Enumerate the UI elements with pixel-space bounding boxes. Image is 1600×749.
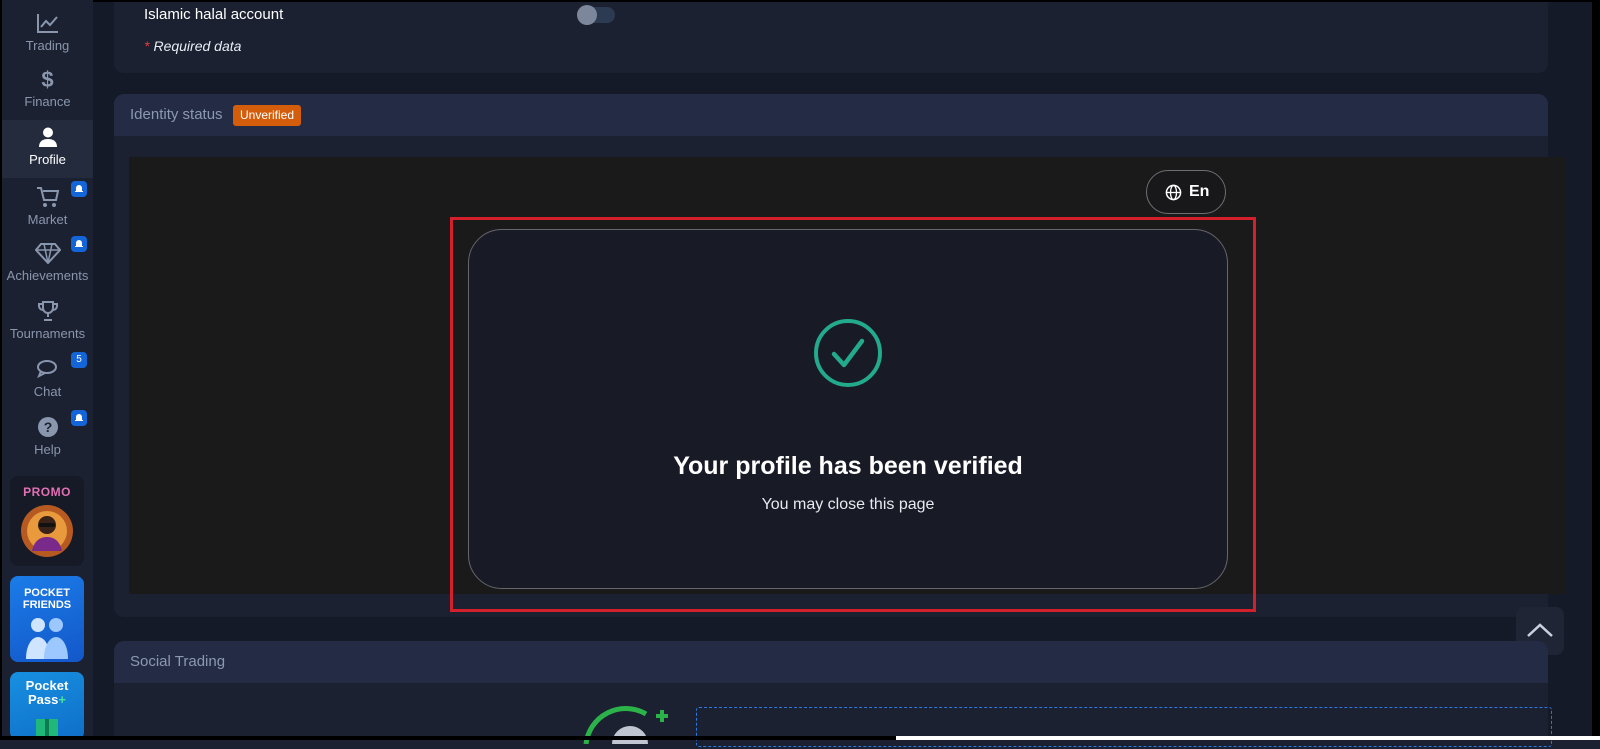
- svg-text:?: ?: [43, 419, 52, 435]
- sidebar-item-label: Finance: [24, 94, 71, 109]
- user-icon: [2, 126, 93, 150]
- language-button[interactable]: En: [1146, 170, 1226, 214]
- toggle-knob: [577, 5, 597, 25]
- sidebar-item-label: Tournaments: [9, 326, 86, 341]
- window-frame-right: [1592, 0, 1600, 740]
- highlight-box: [450, 217, 1256, 612]
- trophy-icon: [2, 300, 93, 324]
- sidebar-item-label: Achievements: [6, 268, 89, 283]
- sidebar-item-label: Chat: [33, 384, 62, 399]
- bell-badge: [71, 410, 87, 426]
- chat-count-badge: 5: [71, 352, 87, 368]
- dollar-icon: $: [41, 67, 54, 92]
- pocket-pass-banner[interactable]: Pocket Pass+: [10, 672, 84, 740]
- required-data-note: * Required data: [144, 38, 242, 54]
- social-panel-header: [114, 641, 1548, 683]
- sidebar: Trading $ Finance Profile Market Achieve…: [2, 0, 93, 740]
- friends-illustration: [26, 618, 68, 659]
- promo-banner[interactable]: PROMO: [10, 476, 84, 566]
- social-trading-graphic: [580, 704, 680, 749]
- chart-line-icon: [2, 12, 93, 36]
- halal-account-label: Islamic halal account: [144, 6, 284, 23]
- window-frame-bottom: [0, 736, 896, 740]
- sidebar-item-finance[interactable]: $ Finance: [2, 68, 93, 114]
- sidebar-item-label: Trading: [25, 38, 70, 53]
- language-label: En: [1189, 183, 1210, 200]
- promo-label: PROMO: [23, 485, 71, 499]
- sidebar-item-label: Market: [27, 212, 68, 227]
- promo-character-image: [21, 505, 73, 557]
- pocket-friends-banner[interactable]: POCKET FRIENDS: [10, 576, 84, 662]
- sidebar-item-tournaments[interactable]: Tournaments: [2, 300, 93, 346]
- identity-status-title: Identity status: [130, 106, 223, 123]
- sidebar-item-trading[interactable]: Trading: [2, 12, 93, 58]
- globe-icon: [1165, 184, 1182, 206]
- gift-icon: [36, 719, 58, 737]
- sidebar-item-label: Profile: [29, 152, 66, 167]
- pocket-friends-label: POCKET FRIENDS: [22, 587, 72, 611]
- halal-account-toggle[interactable]: [577, 5, 615, 25]
- sidebar-item-label: Help: [34, 442, 61, 457]
- status-badge: Unverified: [233, 105, 302, 126]
- account-settings-panel: [114, 2, 1548, 73]
- identity-panel-header: [114, 94, 1548, 136]
- social-trading-content-box: [696, 707, 1552, 747]
- sidebar-item-profile[interactable]: Profile: [2, 120, 93, 178]
- window-frame-bottom-light: [896, 736, 1600, 740]
- bell-badge: [71, 181, 87, 197]
- pocket-pass-label: Pocket Pass+: [25, 678, 69, 707]
- social-trading-title: Social Trading: [130, 653, 226, 670]
- bell-badge: [71, 236, 87, 252]
